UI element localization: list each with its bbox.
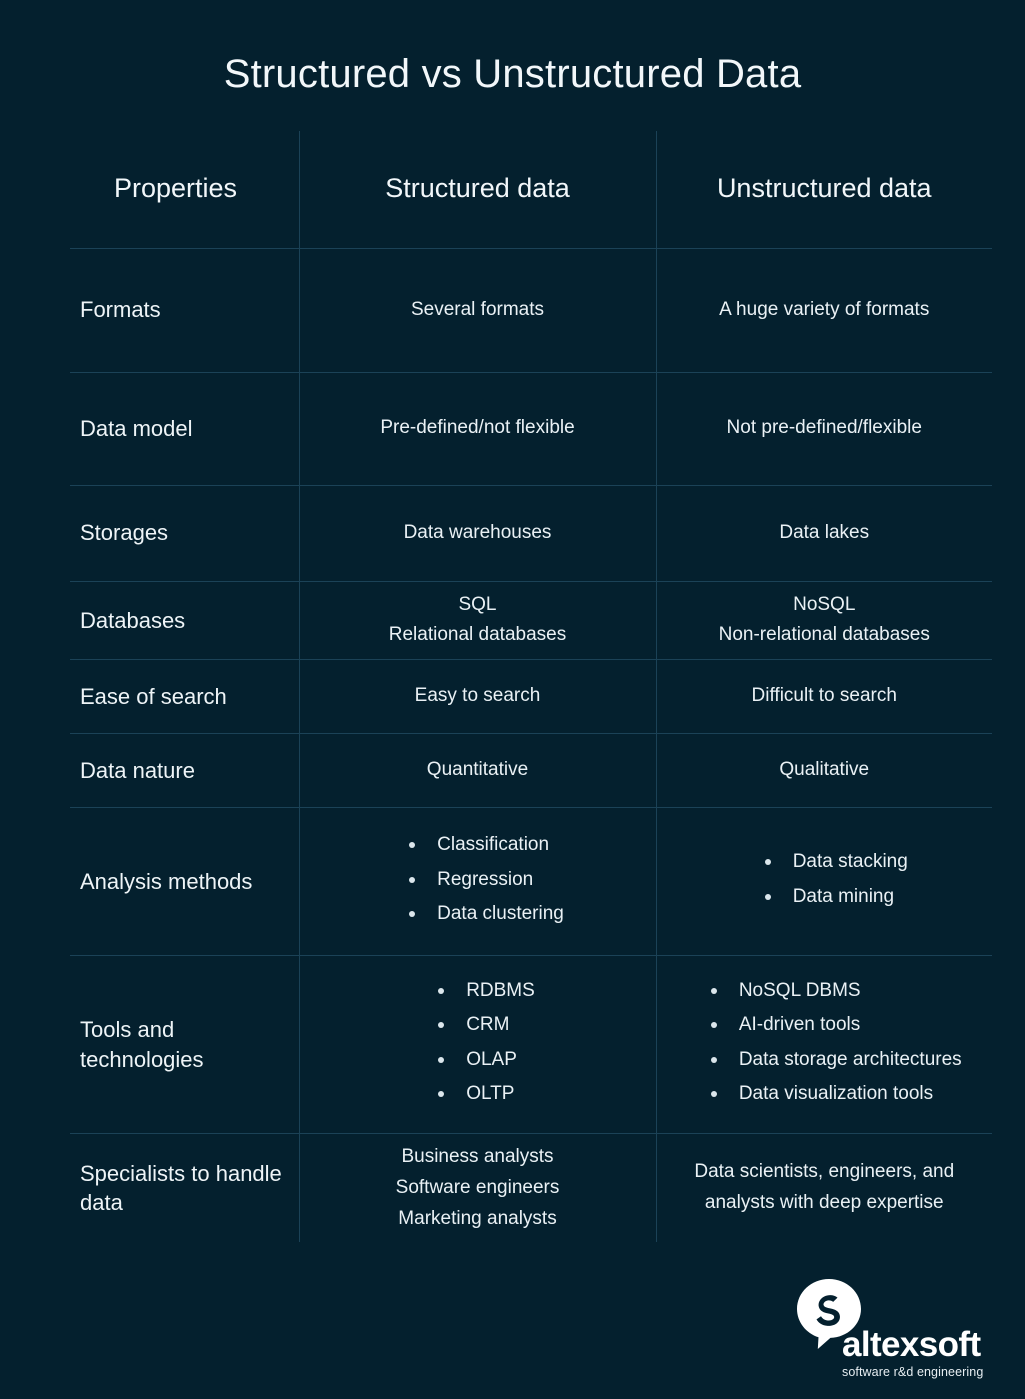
column-header-unstructured-label: Unstructured data <box>716 173 932 204</box>
structured-analysis-bullet-list: Classification Regression Data clustering <box>403 833 564 926</box>
infographic-page: Structured vs Unstructured Data Properti… <box>0 0 1025 1399</box>
bullet-item: NoSQL DBMS <box>705 979 962 1003</box>
cell-structured-databases: SQL Relational databases <box>299 581 657 661</box>
text-line: Data scientists, engineers, and <box>694 1161 955 1183</box>
cell-unstructured-tools: NoSQL DBMS AI-driven tools Data storage ar… <box>656 955 992 1135</box>
cell-unstructured-storages: Data lakes <box>656 485 992 582</box>
bullet-dot-icon <box>438 1022 445 1029</box>
structured-specialists-lines: Business analysts Software engineers Marke… <box>300 1134 656 1242</box>
text-line: Relational databases <box>388 624 567 646</box>
cell-unstructured-data-nature: Qualitative <box>656 733 992 809</box>
cell-structured-storages: Data warehouses <box>299 485 657 582</box>
cell-unstructured-formats: A huge variety of formats <box>656 248 992 373</box>
cell-structured-data-model: Pre-defined/not flexible <box>299 372 657 486</box>
altexsoft-tagline: software r&d engineering <box>842 1365 984 1379</box>
table-row: Formats Several formats A huge variety o… <box>70 248 992 373</box>
unstructured-specialists-lines: Data scientists, engineers, and analysts … <box>657 1149 993 1227</box>
text-line: Business analysts <box>401 1146 554 1168</box>
page-title: Structured vs Unstructured Data <box>223 52 802 96</box>
column-header-properties: Properties <box>70 131 300 249</box>
bullet-dot-icon <box>764 859 771 866</box>
cell-structured-ease-of-search: Easy to search <box>299 659 657 735</box>
bullet-dot-icon <box>409 876 416 883</box>
bullet-dot-icon <box>438 988 445 995</box>
bullet-item: Classification <box>403 833 564 857</box>
bullet-item: OLAP <box>432 1048 535 1072</box>
bullet-dot-icon <box>438 1056 445 1063</box>
row-property-data-model: Data model <box>70 372 300 486</box>
table-row: Analysis methods Classification Regressio… <box>70 807 992 957</box>
column-header-unstructured: Unstructured data <box>656 131 992 249</box>
text-line: Software engineers <box>395 1176 560 1198</box>
cell-structured-data-nature: Quantitative <box>299 733 657 809</box>
cell-structured-analysis-methods: Classification Regression Data clustering <box>299 807 657 957</box>
text-line: analysts with deep expertise <box>704 1192 944 1214</box>
bullet-item: RDBMS <box>432 979 535 1003</box>
bullet-item: OLTP <box>432 1082 535 1106</box>
table-header-row: Properties Structured data Unstructured … <box>70 131 992 249</box>
unstructured-analysis-bullet-list: Data stacking Data mining <box>759 850 908 909</box>
bullet-item: Data mining <box>759 885 908 909</box>
structured-databases-lines: SQL Relational databases <box>300 582 656 660</box>
bullet-item: Data clustering <box>403 902 564 926</box>
bullet-dot-icon <box>710 1056 717 1063</box>
table-row: Data nature Quantitative Qualitative <box>70 733 992 809</box>
structured-tools-bullet-list: RDBMS CRM OLAP OLTP <box>432 979 535 1106</box>
bullet-item: AI-driven tools <box>705 1013 962 1037</box>
cell-structured-specialists: Business analysts Software engineers Marke… <box>299 1133 657 1243</box>
row-property-formats: Formats <box>70 248 300 373</box>
cell-unstructured-ease-of-search: Difficult to search <box>656 659 992 735</box>
table-row: Ease of search Easy to search Difficult … <box>70 659 992 735</box>
bullet-item: Data visualization tools <box>705 1082 962 1106</box>
bullet-dot-icon <box>710 1022 717 1029</box>
bullet-item: CRM <box>432 1013 535 1037</box>
cell-unstructured-analysis-methods: Data stacking Data mining <box>656 807 992 957</box>
bullet-item: Data storage architectures <box>705 1048 962 1072</box>
bullet-dot-icon <box>710 1091 717 1098</box>
table-row: Tools and technologies RDBMS CRM OLAP OLTP … <box>70 955 992 1135</box>
table-row: Specialists to handle data Business anal… <box>70 1133 992 1243</box>
row-property-analysis-methods: Analysis methods <box>70 807 300 957</box>
text-line: NoSQL <box>793 593 856 615</box>
altexsoft-wordmark-block: altexsoft software r&d engineering <box>842 1327 998 1379</box>
table-row: Data model Pre-defined/not flexible Not … <box>70 372 992 486</box>
row-property-databases: Databases <box>70 581 300 661</box>
bullet-dot-icon <box>710 988 717 995</box>
bullet-dot-icon <box>764 893 771 900</box>
altexsoft-logo[interactable]: altexsoft software r&d engineering <box>788 1279 998 1387</box>
table-row: Storages Data warehouses Data lakes <box>70 485 992 582</box>
row-property-storages: Storages <box>70 485 300 582</box>
cell-structured-tools: RDBMS CRM OLAP OLTP <box>299 955 657 1135</box>
column-header-properties-label: Properties <box>114 173 238 204</box>
cell-structured-formats: Several formats <box>299 248 657 373</box>
row-property-data-nature: Data nature <box>70 733 300 809</box>
text-line: Marketing analysts <box>398 1207 557 1229</box>
bullet-item: Regression <box>403 868 564 892</box>
unstructured-databases-lines: NoSQL Non-relational databases <box>657 582 993 660</box>
cell-unstructured-specialists: Data scientists, engineers, and analysts … <box>656 1134 992 1243</box>
altexsoft-wordmark: altexsoft <box>842 1325 981 1364</box>
row-property-tools-and-technologies: Tools and technologies <box>70 955 300 1135</box>
comparison-table: Properties Structured data Unstructured … <box>70 131 993 1243</box>
row-property-specialists: Specialists to handle data <box>70 1133 300 1243</box>
column-header-structured-label: Structured data <box>385 173 570 204</box>
bullet-dot-icon <box>409 910 416 917</box>
bullet-item: Data stacking <box>759 850 908 874</box>
cell-unstructured-databases: NoSQL Non-relational databases <box>656 581 993 661</box>
row-property-ease-of-search: Ease of search <box>70 659 300 735</box>
table-row: Databases SQL Relational databases NoSQL N… <box>70 581 993 661</box>
text-line: Non-relational databases <box>718 624 930 646</box>
unstructured-tools-bullet-list: NoSQL DBMS AI-driven tools Data storage ar… <box>705 979 962 1106</box>
column-header-structured: Structured data <box>299 131 657 249</box>
cell-unstructured-data-model: Not pre-defined/flexible <box>656 372 992 486</box>
text-line: SQL <box>458 593 497 615</box>
bullet-dot-icon <box>409 842 416 849</box>
bullet-dot-icon <box>438 1091 445 1098</box>
